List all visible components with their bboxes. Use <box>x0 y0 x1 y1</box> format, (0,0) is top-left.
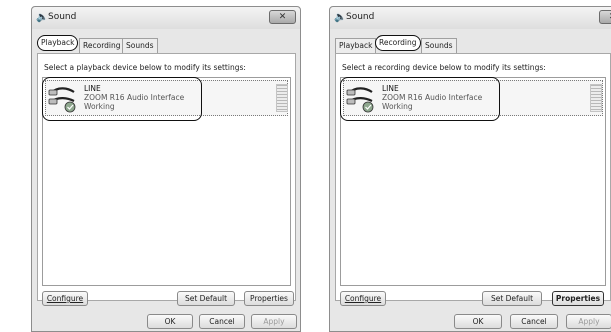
close-icon[interactable]: ✕ <box>269 10 296 24</box>
cancel-button[interactable]: Cancel <box>510 314 558 329</box>
tab-recording[interactable]: Recording <box>375 35 421 51</box>
tab-panel: Select a playback device below to modify… <box>37 53 296 306</box>
speaker-icon: 🔈 <box>334 12 347 23</box>
highlight-circle <box>42 77 202 121</box>
tab-playback[interactable]: Playback <box>37 35 79 51</box>
title-bar[interactable]: 🔈 Sound ✕ <box>330 7 611 29</box>
apply-button[interactable]: Apply <box>566 314 611 329</box>
close-icon[interactable]: ✕ <box>599 10 611 24</box>
instruction-text: Select a recording device below to modif… <box>342 63 546 72</box>
speaker-icon: 🔈 <box>36 12 49 23</box>
level-meter <box>590 84 602 112</box>
device-item-line[interactable]: LINE ZOOM R16 Audio Interface Working <box>42 77 288 121</box>
properties-button[interactable]: Properties <box>244 291 294 306</box>
sound-dialog-playback: 🔈 Sound ✕ Playback Recording Sounds Sele… <box>31 6 301 332</box>
device-item-line[interactable]: LINE ZOOM R16 Audio Interface Working <box>340 77 603 121</box>
tab-panel: Select a recording device below to modif… <box>335 53 611 306</box>
properties-button[interactable]: Properties <box>552 291 604 306</box>
ok-button[interactable]: OK <box>454 314 502 329</box>
device-list[interactable]: LINE ZOOM R16 Audio Interface Working <box>42 77 291 286</box>
device-list[interactable]: LINE ZOOM R16 Audio Interface Working <box>340 77 606 286</box>
level-meter <box>276 84 288 112</box>
window-title: Sound <box>346 12 375 22</box>
cancel-button[interactable]: Cancel <box>199 314 245 329</box>
ok-button[interactable]: OK <box>147 314 193 329</box>
instruction-text: Select a playback device below to modify… <box>44 63 246 72</box>
tab-playback[interactable]: Playback <box>335 38 377 53</box>
configure-button[interactable]: Configure <box>340 291 386 306</box>
window-title: Sound <box>48 12 77 22</box>
set-default-button[interactable]: Set Default <box>177 291 235 306</box>
tab-recording[interactable]: Recording <box>79 38 125 53</box>
tab-sounds[interactable]: Sounds <box>421 38 457 53</box>
highlight-circle <box>340 77 500 121</box>
configure-button[interactable]: Configure <box>42 291 88 306</box>
sound-dialog-recording: 🔈 Sound ✕ Playback Recording Sounds Sele… <box>329 6 611 332</box>
set-default-button[interactable]: Set Default <box>482 291 542 306</box>
apply-button[interactable]: Apply <box>251 314 297 329</box>
title-bar[interactable]: 🔈 Sound ✕ <box>32 7 300 29</box>
tab-sounds[interactable]: Sounds <box>122 38 158 53</box>
